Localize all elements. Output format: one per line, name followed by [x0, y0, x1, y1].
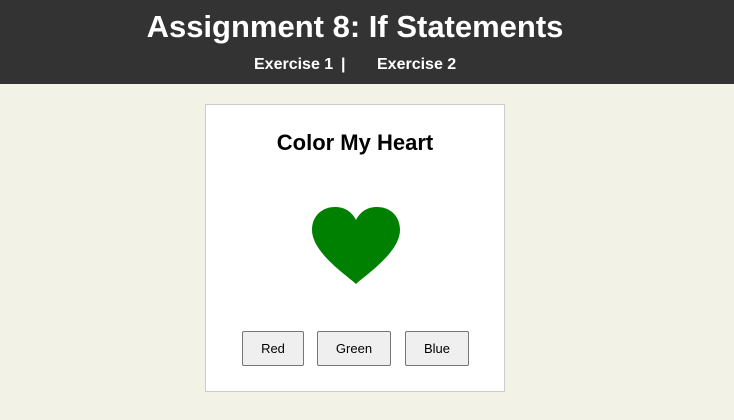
card-title: Color My Heart [276, 130, 434, 155]
heart-icon [312, 207, 400, 284]
heart-card: Color My Heart Red Green Blue [205, 104, 505, 392]
nav-separator: | [341, 56, 346, 73]
nav-link-exercise-1[interactable]: Exercise 1 [254, 55, 333, 75]
page-header: Assignment 8: If Statements Exercise 1 |… [0, 0, 734, 84]
page-title: Assignment 8: If Statements [146, 9, 564, 44]
nav-link-exercise-2[interactable]: Exercise 2 [377, 55, 456, 75]
heart-shape [312, 207, 400, 284]
exercise-nav: Exercise 1 | Exercise 2 [0, 55, 734, 75]
blue-button[interactable]: Blue [405, 331, 469, 366]
red-button[interactable]: Red [242, 331, 304, 366]
green-button[interactable]: Green [317, 331, 391, 366]
